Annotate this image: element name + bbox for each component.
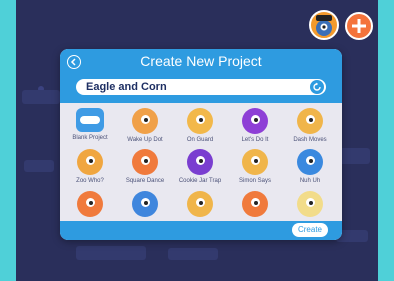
project-label: Simon Says	[238, 178, 271, 184]
project-tile[interactable]: Dash Moves	[282, 108, 338, 143]
project-tile[interactable]	[117, 191, 173, 217]
background-decoration	[22, 90, 60, 104]
dash-moves-icon	[297, 108, 323, 134]
project-tile[interactable]: On Guard	[172, 108, 228, 143]
project-tile[interactable]: Square Dance	[117, 149, 173, 184]
lets-do-it-icon	[242, 108, 268, 134]
dialog-footer: Create	[60, 221, 342, 240]
zoo-who-icon	[77, 149, 103, 175]
plus-icon	[352, 19, 366, 33]
project-name-field[interactable]	[76, 79, 326, 95]
dot-robot-icon	[77, 191, 103, 217]
nuh-uh-icon	[297, 149, 323, 175]
dialog-title: Create New Project	[140, 53, 262, 69]
background-decoration	[24, 160, 54, 172]
firefighter-robot-icon	[242, 191, 268, 217]
create-project-dialog: Create New Project Blank Project	[60, 49, 342, 240]
project-label: Square Dance	[125, 178, 165, 184]
dash-robot-icon	[132, 191, 158, 217]
project-label: Zoo Who?	[76, 178, 104, 184]
project-tile-blank[interactable]: Blank Project	[62, 108, 118, 141]
dialog-header: Create New Project	[60, 49, 342, 103]
project-label: Let's Do It	[241, 137, 269, 143]
project-label: Wake Up Dot	[127, 137, 163, 143]
refresh-icon	[313, 82, 321, 91]
yellow-robot-icon	[297, 191, 323, 217]
project-tile[interactable]	[282, 191, 338, 217]
project-tile[interactable]: Let's Do It	[227, 108, 283, 143]
project-label: Dash Moves	[293, 137, 327, 143]
project-label: On Guard	[186, 137, 214, 143]
square-dance-icon	[132, 149, 158, 175]
refresh-name-button[interactable]	[310, 80, 324, 94]
project-label: Nuh Uh	[299, 178, 321, 184]
project-tile[interactable]	[62, 191, 118, 217]
simon-says-icon	[242, 149, 268, 175]
user-avatar[interactable]	[309, 10, 339, 40]
project-tile[interactable]	[227, 191, 283, 217]
project-tile[interactable]	[172, 191, 228, 217]
project-tile[interactable]: Simon Says	[227, 149, 283, 184]
add-button[interactable]	[345, 12, 373, 40]
cowboy-robot-icon	[187, 191, 213, 217]
create-button[interactable]: Create	[292, 223, 328, 237]
blank-project-icon	[76, 108, 104, 132]
on-guard-icon	[187, 108, 213, 134]
project-label: Blank Project	[72, 135, 108, 141]
background-decoration	[76, 246, 146, 260]
robot-avatar-icon	[316, 15, 332, 36]
project-tile[interactable]: Zoo Who?	[62, 149, 118, 184]
cookie-jar-trap-icon	[187, 149, 213, 175]
project-tile[interactable]: Wake Up Dot	[117, 108, 173, 143]
wake-up-dot-icon	[132, 108, 158, 134]
project-name-input[interactable]	[86, 79, 286, 95]
project-grid: Blank Project Wake Up Dot On Guard Let's…	[60, 103, 342, 221]
project-tile[interactable]: Nuh Uh	[282, 149, 338, 184]
background-decoration	[168, 248, 218, 260]
project-label: Cookie Jar Trap	[178, 178, 222, 184]
project-tile[interactable]: Cookie Jar Trap	[172, 149, 228, 184]
